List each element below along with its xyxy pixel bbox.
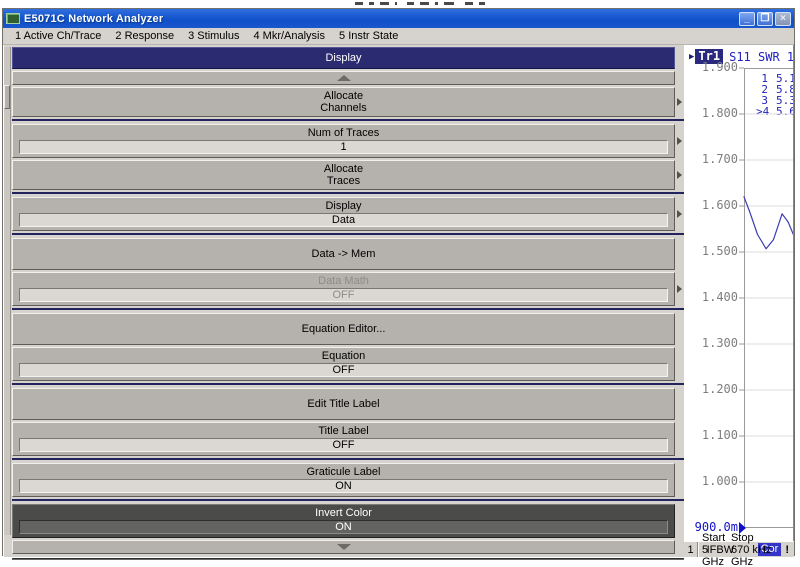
softkey-edit-title-label[interactable]: Edit Title Label xyxy=(12,388,675,420)
menu-item-5[interactable]: 5 Instr State xyxy=(332,29,405,44)
softkey-label: Traces xyxy=(14,175,673,187)
y-axis-label: 1.700 xyxy=(692,153,738,166)
softkey-equation[interactable]: EquationOFF xyxy=(12,347,675,381)
sidebar-bottom-panel xyxy=(12,558,684,560)
softkey-group-separator xyxy=(12,119,684,121)
trace-definition: S11 SWR 100.0m/ Ref 900.0m [F1] xyxy=(729,50,794,64)
softkey-label: Equation Editor... xyxy=(14,323,673,335)
submenu-arrow-icon xyxy=(677,285,682,293)
y-axis-label: 1.300 xyxy=(692,337,738,350)
softkey-group-separator xyxy=(12,233,684,235)
submenu-arrow-icon xyxy=(677,210,682,218)
cropped-text-artifact xyxy=(355,2,545,6)
softkey-label: Data Math xyxy=(14,275,673,287)
status-stop-frequency: Stop 6 GHz xyxy=(731,532,754,567)
minimize-button[interactable]: _ xyxy=(739,12,755,26)
softkey-equation-editor[interactable]: Equation Editor... xyxy=(12,313,675,345)
active-trace-arrow-icon: ▶ xyxy=(689,52,694,62)
sidebar-scrollbar[interactable] xyxy=(4,47,11,535)
status-channel-number: 1 xyxy=(684,542,698,557)
softkey-label: Equation xyxy=(14,350,673,362)
softkey-scroll-up-button[interactable] xyxy=(12,71,675,85)
softkey-label: Num of Traces xyxy=(14,127,673,139)
softkey-group-separator xyxy=(12,308,684,310)
softkey-graticule-label[interactable]: Graticule LabelON xyxy=(12,463,675,497)
softkey-menu-title: Display xyxy=(12,47,675,69)
app-icon xyxy=(6,13,20,24)
window-title: E5071C Network Analyzer xyxy=(24,13,739,25)
softkey-data-mem[interactable]: Data -> Mem xyxy=(12,238,675,270)
softkey-allocate-channels[interactable]: AllocateChannels xyxy=(12,87,675,117)
title-bar: E5071C Network Analyzer _ ❐ × xyxy=(3,9,794,28)
submenu-arrow-icon xyxy=(677,137,682,145)
status-alert: ! xyxy=(785,544,791,556)
softkey-value: Data xyxy=(19,213,668,227)
softkey-value: ON xyxy=(19,520,668,534)
scroll-down-icon xyxy=(337,544,351,550)
softkey-label: Title Label xyxy=(14,425,673,437)
softkey-label: Graticule Label xyxy=(14,466,673,478)
y-axis-label: 1.800 xyxy=(692,107,738,120)
swr-plot: 11234 xyxy=(738,68,794,541)
screenshot-page: E5071C Network Analyzer _ ❐ × 1 Active C… xyxy=(0,0,800,567)
restore-button[interactable]: ❐ xyxy=(757,12,773,26)
softkey-label: Allocate xyxy=(14,163,673,175)
menu-item-1[interactable]: 1 Active Ch/Trace xyxy=(8,29,108,44)
status-bar: IFBW 70 kHz 1 Start 5 GHz Stop 6 GHz Cor… xyxy=(684,541,794,557)
correction-badge: Cor xyxy=(758,543,782,556)
softkey-label: Display xyxy=(14,200,673,212)
y-axis-label: 1.600 xyxy=(692,199,738,212)
softkey-sidebar: Display AllocateChannelsNum of Traces1Al… xyxy=(3,45,684,557)
softkey-label: Channels xyxy=(14,102,673,114)
menu-item-2[interactable]: 2 Response xyxy=(108,29,181,44)
y-axis-label: 1.100 xyxy=(692,429,738,442)
submenu-arrow-icon xyxy=(677,98,682,106)
softkey-label: Allocate xyxy=(14,90,673,102)
menu-bar: 1 Active Ch/Trace2 Response3 Stimulus4 M… xyxy=(3,28,794,45)
y-axis-label: 1.200 xyxy=(692,383,738,396)
softkey-display[interactable]: DisplayData xyxy=(12,197,675,231)
softkey-group-separator xyxy=(12,192,684,194)
submenu-arrow-icon xyxy=(677,171,682,179)
softkey-group-separator xyxy=(12,458,684,460)
softkey-label: Data -> Mem xyxy=(14,248,673,260)
softkey-label: Invert Color xyxy=(14,507,673,519)
softkey-label: Edit Title Label xyxy=(14,398,673,410)
y-axis-label: 1.000 xyxy=(692,475,738,488)
softkey-value: OFF xyxy=(19,288,668,302)
softkey-title-label[interactable]: Title LabelOFF xyxy=(12,422,675,456)
softkey-scroll-down-button[interactable] xyxy=(12,540,675,554)
close-button[interactable]: × xyxy=(775,12,791,26)
softkey-value: 1 xyxy=(19,140,668,154)
softkey-invert-color[interactable]: Invert ColorON xyxy=(12,504,675,538)
y-axis-label: 1.400 xyxy=(692,291,738,304)
y-axis-label: 1.900 xyxy=(692,61,738,74)
menu-item-3[interactable]: 3 Stimulus xyxy=(181,29,246,44)
softkey-allocate-traces[interactable]: AllocateTraces xyxy=(12,160,675,190)
softkey-num-of-traces[interactable]: Num of Traces1 xyxy=(12,124,675,158)
y-axis-label: 1.500 xyxy=(692,245,738,258)
softkey-value: ON xyxy=(19,479,668,493)
menu-item-4[interactable]: 4 Mkr/Analysis xyxy=(246,29,332,44)
scroll-up-icon xyxy=(337,75,351,81)
app-window: E5071C Network Analyzer _ ❐ × 1 Active C… xyxy=(2,8,795,556)
softkey-group-separator xyxy=(12,383,684,385)
trace-tr1 xyxy=(744,169,794,453)
softkey-value: OFF xyxy=(19,363,668,377)
sidebar-scrollbar-thumb[interactable] xyxy=(4,85,10,109)
softkey-data-math[interactable]: Data MathOFF xyxy=(12,272,675,306)
status-start-frequency: Start 5 GHz xyxy=(698,542,731,557)
softkey-group-separator xyxy=(12,499,684,501)
softkey-value: OFF xyxy=(19,438,668,452)
graph-area: ▶ Tr1 S11 SWR 100.0m/ Ref 900.0m [F1] 15… xyxy=(684,45,794,541)
